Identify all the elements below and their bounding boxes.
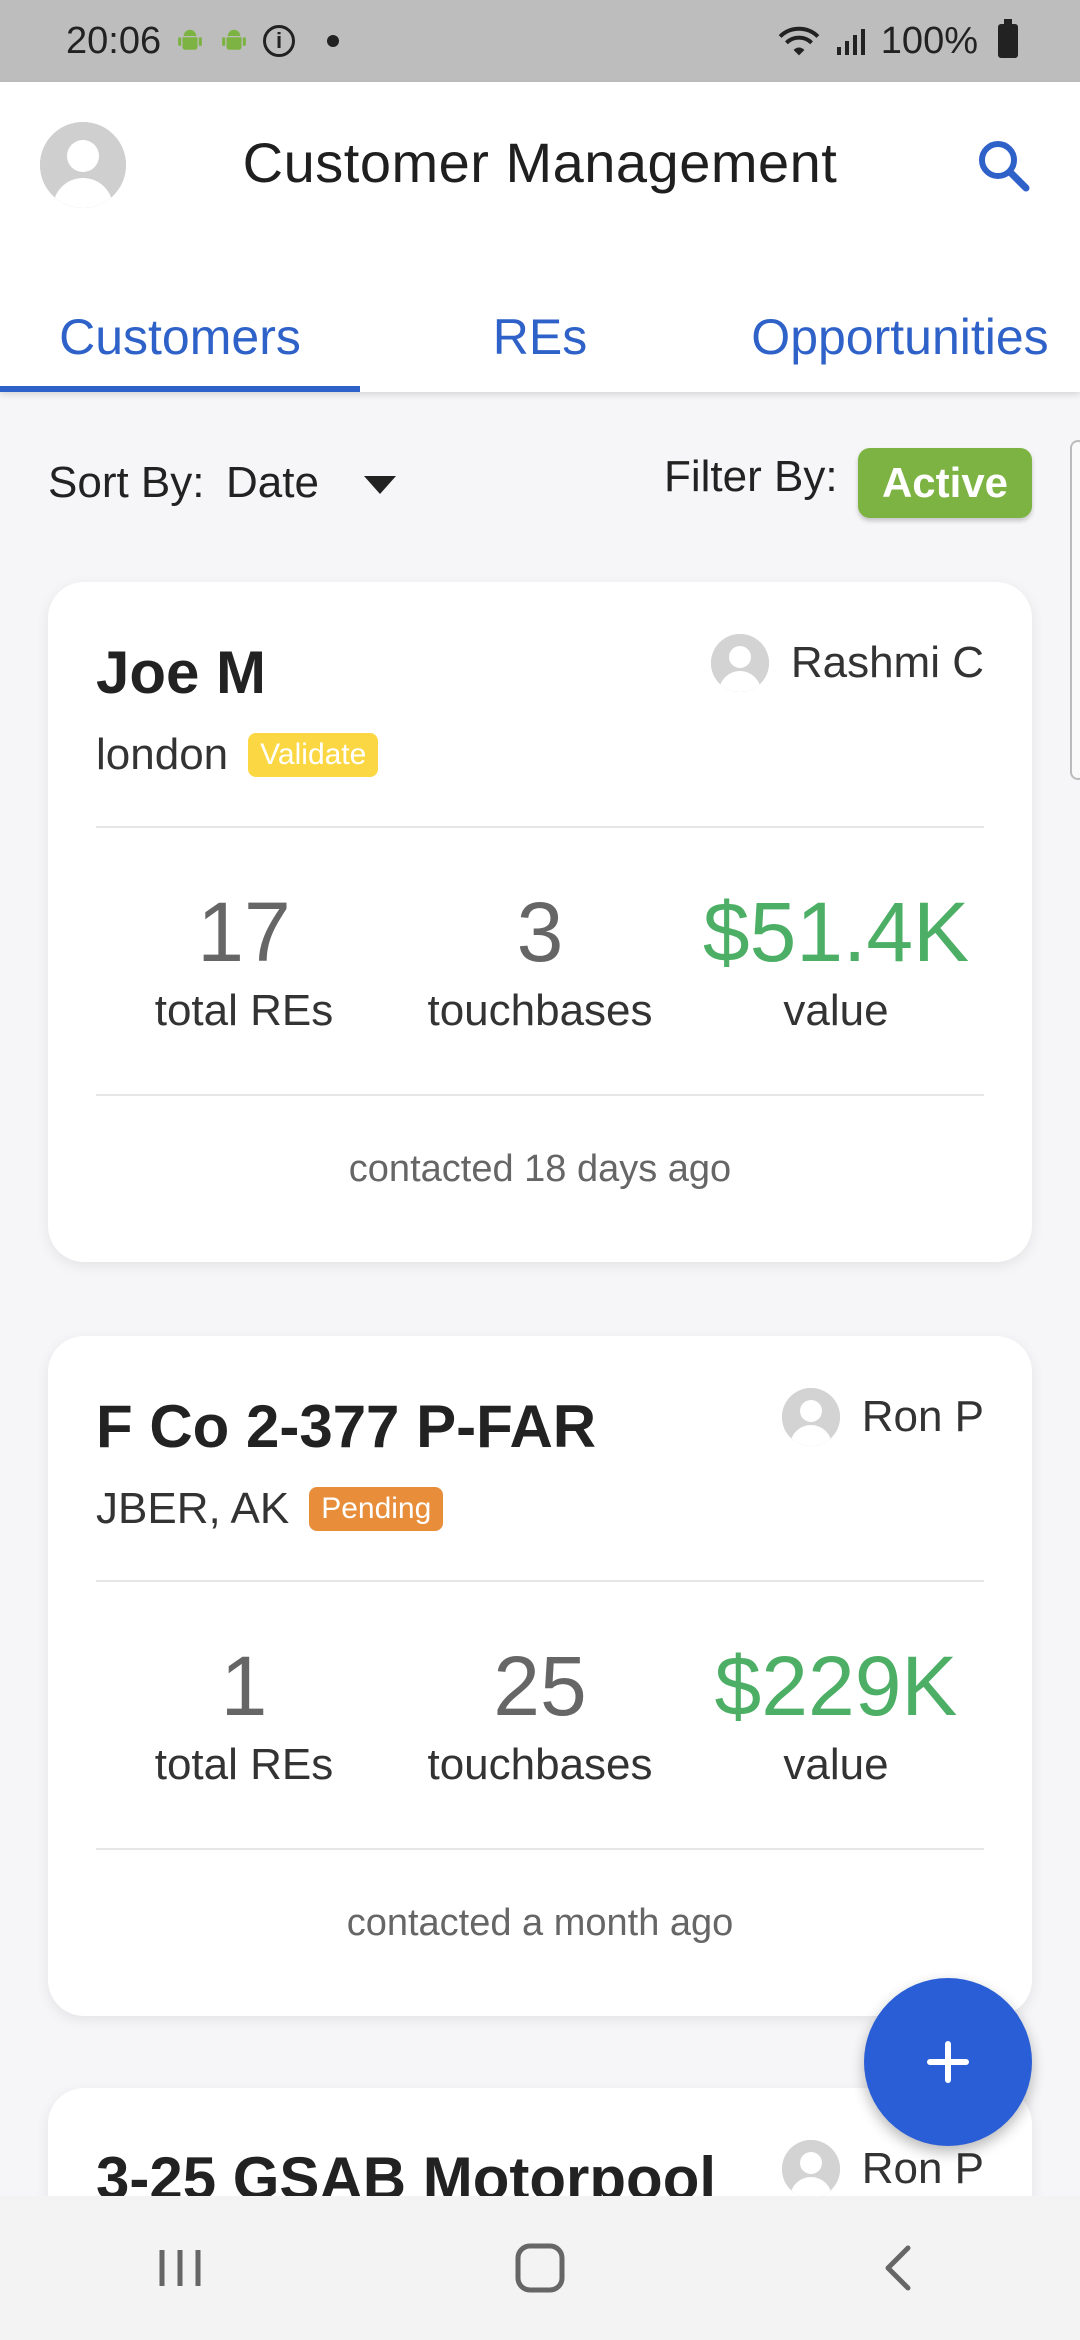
tab-customers[interactable]: Customers	[0, 282, 360, 392]
customer-location: JBER, AK	[96, 1484, 290, 1533]
contacted-text: contacted 18 days ago	[348, 1148, 732, 1190]
assignee-name: Rashmi C	[790, 638, 984, 687]
stat-total-res: 17 total REs	[96, 882, 392, 1036]
person-icon	[781, 2140, 840, 2198]
sort-dropdown[interactable]: Date	[226, 458, 319, 508]
stat-value-money: $229K value	[688, 1636, 984, 1790]
stat-value: 25	[493, 1639, 587, 1733]
stat-value-money: $51.4K value	[688, 882, 984, 1036]
sort-label: Sort By:	[48, 458, 205, 507]
stat-value: $229K	[714, 1639, 958, 1733]
assignee-name: Ron P	[861, 1392, 984, 1441]
stat-value: 1	[220, 1639, 268, 1733]
stat-touchbases: 3 touchbases	[392, 882, 688, 1036]
customer-card[interactable]: F Co 2-377 P-FAR Ron P JBER, AK Pending …	[48, 1336, 1032, 2016]
customer-name: Joe M	[96, 639, 267, 706]
recents-button[interactable]	[120, 2208, 240, 2328]
person-icon	[710, 634, 769, 692]
wifi-icon	[777, 23, 821, 59]
stat-label: value	[783, 986, 889, 1035]
back-icon	[885, 2245, 911, 2291]
signal-icon	[835, 25, 867, 57]
stat-label: touchbases	[427, 1740, 653, 1789]
system-nav-bar	[0, 2196, 1080, 2340]
stat-label: value	[783, 1740, 889, 1789]
stats-row: 17 total REs 3 touchbases $51.4K value	[96, 882, 984, 1036]
status-right: 100%	[777, 19, 1018, 63]
assignee-name: Ron P	[861, 2144, 984, 2193]
status-left: 20:06 i	[66, 19, 340, 63]
home-icon	[515, 2243, 565, 2293]
divider	[96, 826, 984, 828]
home-button[interactable]	[480, 2208, 600, 2328]
assignee: Ron P	[781, 2140, 984, 2198]
customer-location-row: JBER, AK Pending	[96, 1484, 444, 1534]
tab-res[interactable]: REs	[360, 282, 720, 392]
plus-icon	[927, 2041, 969, 2083]
recents-icon	[159, 2250, 201, 2286]
stat-label: touchbases	[427, 986, 653, 1035]
customer-name: F Co 2-377 P-FAR	[96, 1393, 597, 1460]
tab-bar: Customers REs Opportunities	[0, 282, 1080, 392]
stat-total-res: 1 total REs	[96, 1636, 392, 1790]
divider	[96, 1848, 984, 1850]
stat-label: total REs	[154, 1740, 334, 1789]
status-badge: Pending	[309, 1487, 444, 1531]
caret-down-icon[interactable]	[364, 476, 396, 494]
status-time: 20:06	[66, 19, 162, 62]
app-header: Customer Management Customers REs Opport…	[0, 82, 1080, 392]
divider	[96, 1580, 984, 1582]
filter-label: Filter By:	[664, 452, 838, 501]
status-badge: Validate	[248, 733, 379, 777]
stat-touchbases: 25 touchbases	[392, 1636, 688, 1790]
divider	[96, 1094, 984, 1096]
filter-active-chip[interactable]: Active	[858, 448, 1032, 518]
stats-row: 1 total REs 25 touchbases $229K value	[96, 1636, 984, 1790]
search-button[interactable]	[970, 132, 1040, 202]
stat-value: 3	[516, 885, 564, 979]
info-icon: i	[263, 25, 296, 57]
notification-dot-icon	[327, 35, 340, 47]
assignee: Ron P	[781, 1388, 984, 1446]
stat-value: 17	[197, 885, 291, 979]
back-button[interactable]	[840, 2208, 960, 2328]
battery-icon	[998, 19, 1018, 58]
android-icon	[219, 26, 249, 56]
page-title: Customer Management	[242, 131, 838, 194]
assignee: Rashmi C	[710, 634, 984, 692]
customer-card[interactable]: Joe M Rashmi C london Validate 17 total …	[48, 582, 1032, 1262]
stat-value: $51.4K	[702, 885, 970, 979]
scroll-indicator[interactable]	[1070, 440, 1080, 780]
search-icon	[979, 141, 1030, 192]
customer-location-row: london Validate	[96, 730, 379, 780]
battery-percent: 100%	[880, 19, 978, 62]
add-customer-button[interactable]	[864, 1978, 1032, 2146]
person-icon	[781, 1388, 840, 1446]
customer-location: london	[96, 730, 229, 779]
tab-opportunities[interactable]: Opportunities	[720, 282, 1080, 392]
stat-label: total REs	[154, 986, 334, 1035]
status-bar: 20:06 i 100%	[0, 0, 1080, 82]
contacted-text: contacted a month ago	[346, 1902, 734, 1944]
android-icon	[175, 26, 205, 56]
sort-filter-bar: Sort By: Date Filter By: Active	[0, 392, 1080, 572]
